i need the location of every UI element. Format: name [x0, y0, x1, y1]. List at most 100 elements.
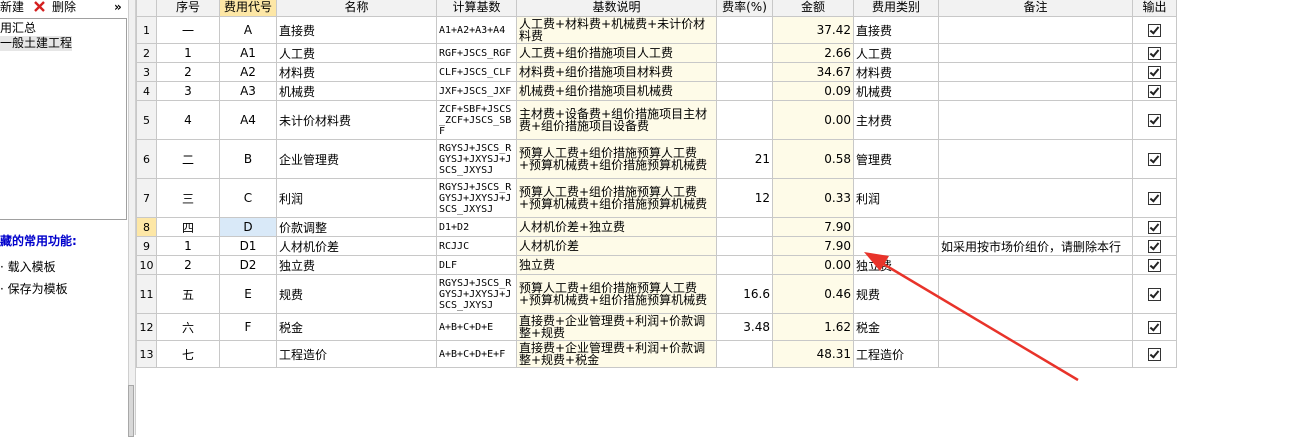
output-checkbox[interactable] — [1148, 114, 1161, 127]
note-cell[interactable] — [938, 178, 1133, 218]
rate-cell[interactable] — [716, 217, 773, 237]
rate-cell[interactable] — [716, 255, 773, 275]
seq-cell[interactable]: 二 — [156, 139, 220, 179]
row-number[interactable]: 2 — [136, 43, 157, 63]
output-cell[interactable] — [1132, 217, 1177, 237]
note-cell[interactable] — [938, 340, 1133, 368]
code-cell[interactable]: F — [219, 313, 277, 341]
desc-cell[interactable]: 独立费 — [516, 255, 717, 275]
amount-cell[interactable]: 34.67 — [772, 62, 854, 82]
note-cell[interactable] — [938, 81, 1133, 101]
name-cell[interactable]: 规费 — [276, 274, 437, 314]
category-cell[interactable]: 主材费 — [853, 100, 939, 140]
rate-cell[interactable]: 21 — [716, 139, 773, 179]
desc-cell[interactable]: 人工费+材料费+机械费+未计价材料费 — [516, 16, 717, 44]
note-cell[interactable] — [938, 139, 1133, 179]
rate-cell[interactable]: 12 — [716, 178, 773, 218]
category-cell[interactable]: 材料费 — [853, 62, 939, 82]
desc-cell[interactable]: 预算人工费+组价措施预算人工费+预算机械费+组价措施预算机械费 — [516, 178, 717, 218]
row-number[interactable]: 13 — [136, 340, 157, 368]
panel-splitter[interactable] — [128, 0, 136, 435]
name-cell[interactable]: 价款调整 — [276, 217, 437, 237]
output-cell[interactable] — [1132, 255, 1177, 275]
desc-cell[interactable]: 机械费+组价措施项目机械费 — [516, 81, 717, 101]
output-cell[interactable] — [1132, 62, 1177, 82]
amount-cell[interactable]: 7.90 — [772, 217, 854, 237]
amount-cell[interactable]: 0.00 — [772, 255, 854, 275]
name-cell[interactable]: 未计价材料费 — [276, 100, 437, 140]
seq-cell[interactable]: 五 — [156, 274, 220, 314]
category-cell[interactable]: 规费 — [853, 274, 939, 314]
row-number[interactable]: 3 — [136, 62, 157, 82]
rate-cell[interactable] — [716, 16, 773, 44]
tree-item-general-civil[interactable]: 一般土建工程 — [0, 36, 73, 51]
tree-item-summary[interactable]: 用汇总 — [0, 21, 36, 36]
name-cell[interactable]: 企业管理费 — [276, 139, 437, 179]
delete-icon[interactable] — [33, 0, 46, 16]
seq-cell[interactable]: 1 — [156, 43, 220, 63]
row-number[interactable]: 6 — [136, 139, 157, 179]
rate-cell[interactable] — [716, 236, 773, 256]
row-number[interactable]: 10 — [136, 255, 157, 275]
note-cell[interactable] — [938, 43, 1133, 63]
template-tree[interactable]: 用汇总 一般土建工程 — [0, 18, 127, 220]
base-cell[interactable]: RGF+JSCS_RGF — [436, 43, 517, 63]
load-template-link[interactable]: · 载入模板 — [0, 258, 56, 275]
seq-cell[interactable]: 2 — [156, 62, 220, 82]
seq-cell[interactable]: 一 — [156, 16, 220, 44]
note-cell[interactable] — [938, 255, 1133, 275]
row-number[interactable]: 7 — [136, 178, 157, 218]
code-cell[interactable]: E — [219, 274, 277, 314]
header-name[interactable]: 名称 — [276, 0, 437, 17]
delete-button[interactable]: 删除 — [52, 0, 76, 14]
amount-cell[interactable]: 0.09 — [772, 81, 854, 101]
output-cell[interactable] — [1132, 81, 1177, 101]
table-row[interactable]: 12 六 F 税金 A+B+C+D+E 直接费+企业管理费+利润+价款调整+规费 3.48 1… — [136, 313, 1177, 341]
seq-cell[interactable]: 4 — [156, 100, 220, 140]
output-cell[interactable] — [1132, 340, 1177, 368]
code-cell[interactable] — [219, 340, 277, 368]
rate-cell[interactable] — [716, 340, 773, 368]
output-checkbox[interactable] — [1148, 153, 1161, 166]
output-checkbox[interactable] — [1148, 221, 1161, 234]
amount-cell[interactable]: 2.66 — [772, 43, 854, 63]
row-number[interactable]: 12 — [136, 313, 157, 341]
code-cell[interactable]: D1 — [219, 236, 277, 256]
output-checkbox[interactable] — [1148, 348, 1161, 361]
row-number[interactable]: 8 — [136, 217, 157, 237]
base-cell[interactable]: D1+D2 — [436, 217, 517, 237]
category-cell[interactable]: 税金 — [853, 313, 939, 341]
row-number[interactable]: 4 — [136, 81, 157, 101]
note-cell[interactable] — [938, 313, 1133, 341]
code-cell[interactable]: A4 — [219, 100, 277, 140]
category-cell[interactable]: 独立费 — [853, 255, 939, 275]
base-cell[interactable]: JXF+JSCS_JXF — [436, 81, 517, 101]
code-cell[interactable]: A2 — [219, 62, 277, 82]
table-row[interactable]: 7 三 C 利润 RGYSJ+JSCS_RGYSJ+JXYSJ+JSCS_JXYSJ 预算… — [136, 178, 1177, 218]
table-row[interactable]: 3 2 A2 材料费 CLF+JSCS_CLF 材料费+组价措施项目材料费 34.67 材料费 — [136, 62, 1177, 82]
amount-cell[interactable]: 37.42 — [772, 16, 854, 44]
name-cell[interactable]: 人工费 — [276, 43, 437, 63]
amount-cell[interactable]: 0.00 — [772, 100, 854, 140]
code-cell[interactable]: A — [219, 16, 277, 44]
rate-cell[interactable]: 3.48 — [716, 313, 773, 341]
more-button[interactable]: » — [114, 0, 122, 14]
table-row[interactable]: 8 四 D 价款调整 D1+D2 人材机价差+独立费 7.90 — [136, 217, 1177, 237]
desc-cell[interactable]: 人材机价差+独立费 — [516, 217, 717, 237]
name-cell[interactable]: 利润 — [276, 178, 437, 218]
header-seq[interactable]: 序号 — [156, 0, 220, 17]
seq-cell[interactable]: 3 — [156, 81, 220, 101]
note-cell[interactable] — [938, 274, 1133, 314]
code-cell[interactable]: D2 — [219, 255, 277, 275]
name-cell[interactable]: 税金 — [276, 313, 437, 341]
base-cell[interactable]: RCJJC — [436, 236, 517, 256]
rate-cell[interactable] — [716, 81, 773, 101]
base-cell[interactable]: RGYSJ+JSCS_RGYSJ+JXYSJ+JSCS_JXYSJ — [436, 178, 517, 218]
note-cell[interactable] — [938, 100, 1133, 140]
amount-cell[interactable]: 0.33 — [772, 178, 854, 218]
rate-cell[interactable] — [716, 43, 773, 63]
base-cell[interactable]: CLF+JSCS_CLF — [436, 62, 517, 82]
output-cell[interactable] — [1132, 139, 1177, 179]
code-cell[interactable]: B — [219, 139, 277, 179]
amount-cell[interactable]: 7.90 — [772, 236, 854, 256]
